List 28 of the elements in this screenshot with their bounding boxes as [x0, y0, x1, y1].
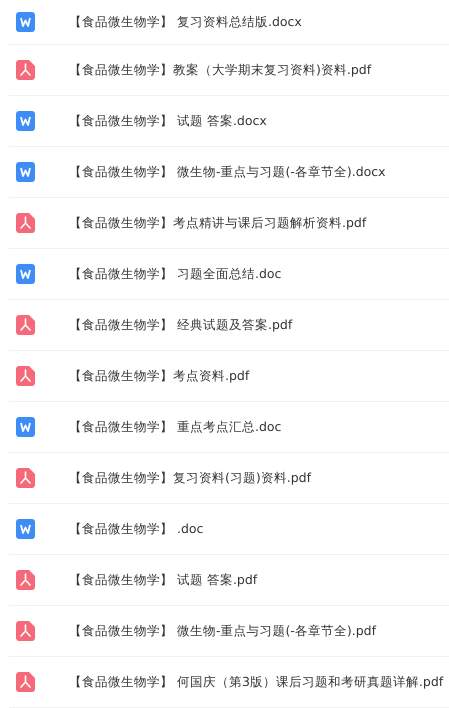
file-name[interactable]: 【食品微生物学】 习题全面总结.doc: [69, 266, 282, 282]
file-name[interactable]: 【食品微生物学】 试题 答案.docx: [69, 112, 267, 130]
word-document-icon: [16, 111, 35, 131]
file-name[interactable]: 【食品微生物学】 重点考点汇总.doc: [69, 418, 282, 436]
word-document-icon: [16, 264, 35, 284]
file-name[interactable]: 【食品微生物学】考点精讲与课后习题解析资料.pdf: [69, 214, 366, 232]
word-document-icon: [16, 519, 35, 539]
file-name[interactable]: 【食品微生物学】 .doc: [69, 520, 204, 538]
pdf-document-icon: [16, 60, 35, 80]
word-document-icon: [16, 12, 35, 32]
word-document-icon: [16, 417, 35, 437]
pdf-document-icon: [16, 315, 35, 335]
file-name[interactable]: 【食品微生物学】复习资料(习题)资料.pdf: [69, 470, 311, 486]
pdf-document-icon: [16, 468, 35, 488]
file-name[interactable]: 【食品微生物学】教案（大学期末复习资料)资料.pdf: [69, 62, 372, 78]
file-name[interactable]: 【食品微生物学】 试题 答案.pdf: [69, 572, 258, 588]
pdf-document-icon: [16, 672, 35, 692]
file-name[interactable]: 【食品微生物学】 何国庆（第3版）课后习题和考研真题详解.pdf: [69, 674, 444, 690]
word-document-icon: [16, 162, 35, 182]
file-name[interactable]: 【食品微生物学】考点资料.pdf: [69, 368, 250, 384]
file-name[interactable]: 【食品微生物学】 微生物-重点与习题(-各章节全).docx: [69, 164, 386, 180]
file-name[interactable]: 【食品微生物学】 经典试题及答案.pdf: [69, 316, 292, 334]
pdf-document-icon: [16, 213, 35, 233]
pdf-document-icon: [16, 570, 35, 590]
file-name[interactable]: 【食品微生物学】 微生物-重点与习题(-各章节全).pdf: [69, 622, 376, 640]
file-name[interactable]: 【食品微生物学】 复习资料总结版.docx: [69, 14, 302, 30]
pdf-document-icon: [16, 366, 35, 386]
pdf-document-icon: [16, 621, 35, 641]
